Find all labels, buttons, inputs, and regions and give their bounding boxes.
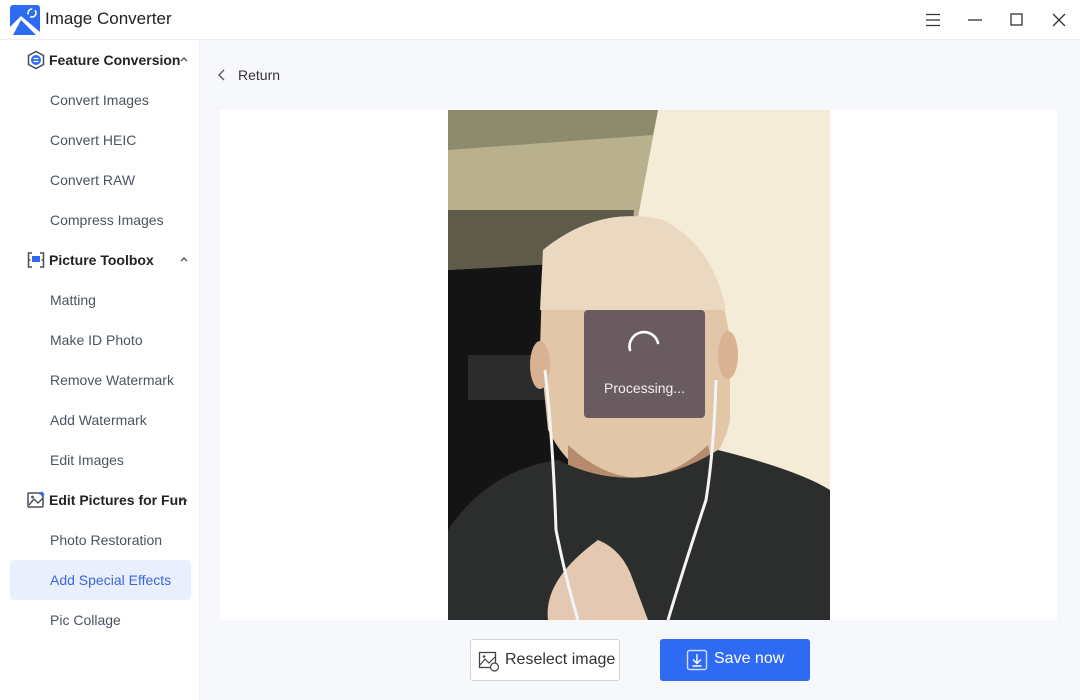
app-logo-icon [10, 5, 40, 35]
sidebar-item-photo-restoration[interactable]: Photo Restoration [10, 520, 191, 560]
return-label: Return [238, 67, 281, 83]
processing-overlay: Processing... [584, 310, 705, 418]
menu-button[interactable] [921, 8, 945, 32]
sidebar-item-make-id-photo[interactable]: Make ID Photo [10, 320, 191, 360]
reselect-image-button[interactable]: Reselect image [470, 639, 620, 681]
title-bar: Image Converter [0, 0, 1080, 40]
close-icon [1052, 13, 1066, 27]
chevron-left-icon [218, 69, 225, 81]
maximize-button[interactable] [1005, 8, 1029, 32]
toolbox-icon [27, 252, 45, 268]
reselect-label: Reselect image [505, 651, 616, 668]
section-label: Picture Toolbox [49, 252, 154, 268]
loading-spinner-icon [628, 330, 660, 352]
sidebar-item-compress-images[interactable]: Compress Images [10, 200, 191, 240]
return-button[interactable]: Return [216, 64, 280, 86]
sidebar-item-convert-images[interactable]: Convert Images [10, 80, 191, 120]
minimize-icon [968, 19, 982, 21]
chevron-up-icon [180, 257, 188, 262]
sidebar-item-convert-heic[interactable]: Convert HEIC [10, 120, 191, 160]
save-label: Save now [714, 650, 785, 667]
reselect-image-icon [478, 651, 500, 672]
sidebar-item-convert-raw[interactable]: Convert RAW [10, 160, 191, 200]
section-label: Feature Conversion [49, 52, 181, 68]
maximize-icon [1010, 13, 1023, 26]
app-title: Image Converter [45, 9, 172, 28]
fun-picture-icon [27, 491, 45, 508]
sidebar-item-add-watermark[interactable]: Add Watermark [10, 400, 191, 440]
sidebar-item-matting[interactable]: Matting [10, 280, 191, 320]
sidebar-item-pic-collage[interactable]: Pic Collage [10, 600, 191, 640]
close-button[interactable] [1047, 8, 1071, 32]
processing-text: Processing... [604, 380, 685, 396]
sidebar-item-edit-images[interactable]: Edit Images [10, 440, 191, 480]
section-edit-pictures-for-fun[interactable]: Edit Pictures for Fun [0, 480, 200, 520]
chevron-up-icon [180, 497, 188, 502]
sidebar-item-add-special-effects[interactable]: Add Special Effects [10, 560, 191, 600]
chevron-up-icon [180, 57, 188, 62]
minimize-button[interactable] [963, 8, 987, 32]
menu-icon [926, 13, 940, 27]
section-feature-conversion[interactable]: Feature Conversion [0, 40, 200, 80]
save-now-button[interactable]: Save now [660, 639, 810, 681]
sidebar: Feature Conversion Convert Images Conver… [0, 40, 200, 700]
section-label: Edit Pictures for Fun [49, 492, 187, 508]
download-icon [686, 649, 708, 671]
section-picture-toolbox[interactable]: Picture Toolbox [0, 240, 200, 280]
sidebar-item-remove-watermark[interactable]: Remove Watermark [10, 360, 191, 400]
convert-icon [27, 50, 45, 70]
